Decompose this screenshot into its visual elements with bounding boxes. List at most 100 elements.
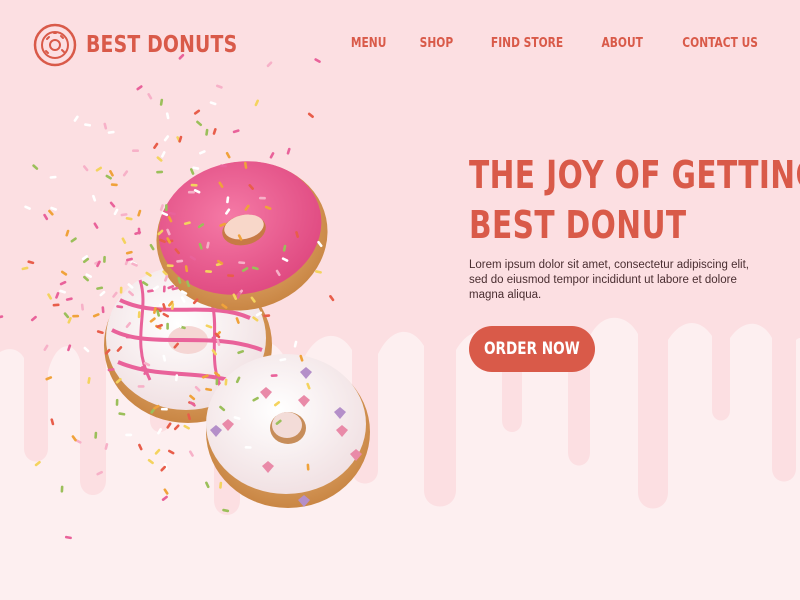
sprinkle	[205, 270, 213, 273]
sprinkle	[113, 208, 119, 216]
sprinkle	[293, 340, 298, 348]
sprinkle	[115, 398, 119, 406]
sprinkle	[152, 285, 159, 291]
sprinkle	[192, 298, 199, 305]
sprinkle	[269, 152, 275, 159]
sprinkle	[138, 443, 143, 451]
sprinkle	[224, 378, 228, 386]
sprinkle	[159, 238, 166, 244]
nav-item-shop[interactable]: SHOP	[420, 36, 453, 51]
sprinkle	[252, 316, 259, 322]
sprinkle	[24, 205, 31, 210]
sprinkle	[43, 213, 49, 221]
sprinkle	[84, 123, 92, 127]
sprinkle	[160, 407, 168, 411]
sprinkle	[189, 255, 196, 261]
sprinkle	[214, 371, 221, 377]
sprinkle	[218, 181, 224, 188]
sprinkle	[126, 257, 133, 262]
sprinkle	[219, 222, 227, 227]
sprinkle	[71, 435, 77, 442]
nav-item-contact-us[interactable]: CONTACT US	[682, 36, 758, 51]
sprinkle	[216, 339, 221, 346]
sprinkle	[125, 250, 133, 255]
sprinkle	[180, 296, 186, 303]
sprinkle	[238, 261, 246, 265]
sprinkle	[147, 93, 153, 100]
sprinkle	[275, 269, 281, 277]
sprinkle	[180, 290, 188, 295]
sprinkle	[244, 446, 252, 449]
sprinkle	[72, 314, 80, 318]
sprinkle	[110, 183, 118, 187]
sprinkle	[153, 142, 159, 149]
sprinkle	[157, 428, 163, 435]
sprinkle	[205, 481, 210, 489]
sprinkle	[125, 217, 133, 221]
sprinkle	[60, 270, 68, 276]
sprinkle	[270, 374, 278, 378]
sprinkle	[143, 361, 151, 367]
sprinkle	[65, 297, 73, 301]
sprinkle	[30, 315, 37, 322]
sprinkle	[107, 368, 115, 372]
sprinkle	[241, 267, 249, 272]
sprinkle	[206, 241, 210, 249]
sprinkle	[254, 99, 259, 107]
sprinkle	[45, 376, 53, 381]
sprinkle	[34, 460, 41, 467]
sprinkle	[164, 274, 169, 282]
sprinkle	[233, 416, 241, 420]
sprinkle	[215, 378, 219, 386]
sprinkle	[137, 209, 142, 217]
sprinkle	[21, 266, 29, 271]
order-now-button[interactable]: ORDER NOW	[469, 326, 595, 372]
sprinkle	[295, 231, 300, 238]
sprinkle	[67, 344, 72, 352]
sprinkle	[92, 313, 100, 318]
sprinkle	[103, 255, 106, 263]
sprinkle	[166, 322, 169, 330]
sprinkle	[184, 265, 189, 273]
sprinkle	[232, 293, 238, 300]
nav-item-about[interactable]: ABOUT	[602, 36, 643, 51]
sprinkle	[118, 412, 126, 416]
sprinkle	[198, 242, 203, 250]
sprinkle	[306, 463, 310, 471]
sprinkle	[186, 280, 191, 288]
sprinkle	[227, 274, 235, 278]
sprinkle	[109, 201, 116, 208]
nav-item-menu[interactable]: MENU	[351, 36, 386, 51]
sprinkle	[211, 349, 217, 356]
sprinkle	[187, 413, 191, 421]
sprinkle	[279, 357, 287, 362]
sprinkle	[83, 346, 90, 353]
sprinkle	[64, 535, 72, 540]
sprinkle	[134, 231, 142, 236]
sprinkle	[168, 211, 176, 216]
sprinkle	[199, 150, 206, 155]
sprinkle	[99, 290, 106, 297]
sprinkle	[147, 458, 154, 465]
order-now-label: ORDER NOW	[484, 339, 580, 359]
sprinkle	[282, 244, 287, 252]
nav-item-find-store[interactable]: FIND STORE	[491, 36, 563, 51]
sprinkle	[235, 317, 240, 324]
sprinkle	[125, 321, 132, 329]
brand-logo[interactable]: BEST DONUTS	[32, 22, 271, 68]
sprinkle	[119, 286, 123, 294]
sprinkle	[177, 277, 182, 284]
sprinkle	[225, 208, 231, 215]
sprinkle	[50, 206, 58, 211]
sprinkle	[159, 204, 164, 211]
sprinkle	[63, 312, 70, 319]
sprinkle	[93, 222, 99, 229]
sprinkle	[197, 223, 205, 229]
sprinkle	[50, 418, 55, 426]
sprinkle	[173, 424, 180, 431]
sprinkle	[165, 112, 170, 120]
sprinkle	[244, 204, 250, 211]
sprinkle	[219, 164, 227, 168]
sprinkle	[202, 374, 209, 379]
sprinkle	[96, 470, 103, 476]
